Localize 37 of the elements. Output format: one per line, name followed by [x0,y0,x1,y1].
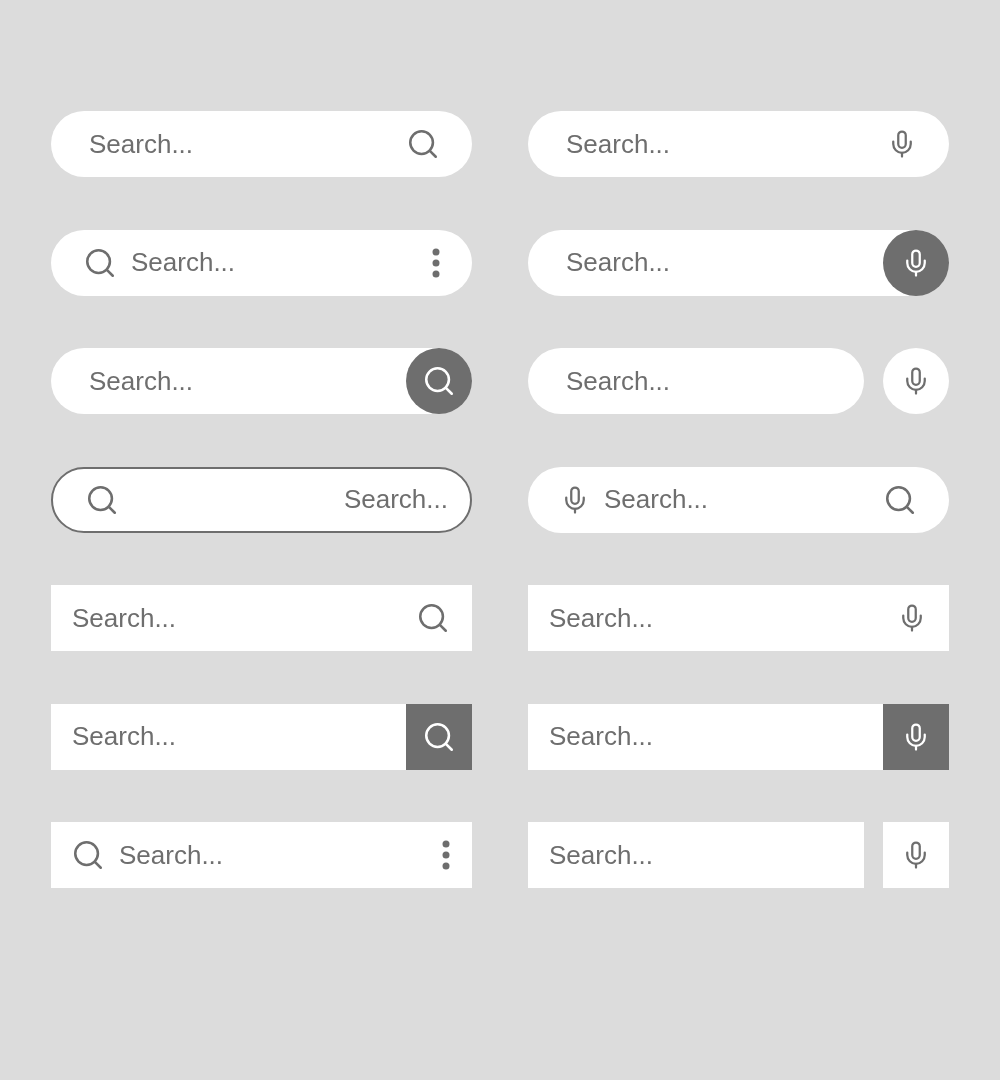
search-icon [416,601,450,635]
search-input[interactable]: Search... [133,480,448,519]
search-input[interactable]: Search... [566,124,877,164]
search-bar[interactable]: Search... [528,822,864,888]
search-bar[interactable]: Search... [51,466,472,533]
search-input[interactable]: Search... [89,361,406,401]
search-bar[interactable]: Search... [528,348,864,414]
search-input[interactable]: Search... [119,835,432,875]
search-input[interactable]: Search... [566,361,842,401]
voice-search-button[interactable] [883,822,949,888]
search-input[interactable]: Search... [549,598,887,638]
search-bar[interactable]: Search... [51,822,472,888]
search-bar[interactable]: Search... [528,703,949,770]
more-icon [442,840,450,870]
search-bar[interactable]: Search... [51,585,472,651]
search-button[interactable] [406,703,472,770]
search-bar[interactable]: Search... [528,229,949,296]
search-icon [422,364,456,398]
search-input[interactable]: Search... [549,717,883,756]
search-input[interactable]: Search... [549,835,842,875]
search-icon [406,127,440,161]
search-icon [71,838,105,872]
more-icon [432,247,440,278]
search-bar[interactable]: Search... [51,348,472,414]
search-bar[interactable]: Search... [528,466,949,533]
search-bar[interactable]: Search... [528,585,949,651]
search-bar[interactable]: Search... [51,229,472,296]
search-input[interactable]: Search... [89,124,396,164]
search-input[interactable]: Search... [72,717,406,756]
search-input[interactable]: Search... [131,243,422,282]
search-input[interactable]: Search... [604,480,873,519]
search-bar[interactable]: Search... [528,111,949,177]
search-bar[interactable]: Search... [51,703,472,770]
search-input[interactable]: Search... [72,598,406,638]
voice-search-button[interactable] [883,703,949,770]
search-bar[interactable]: Search... [51,111,472,177]
search-input[interactable]: Search... [566,243,883,282]
